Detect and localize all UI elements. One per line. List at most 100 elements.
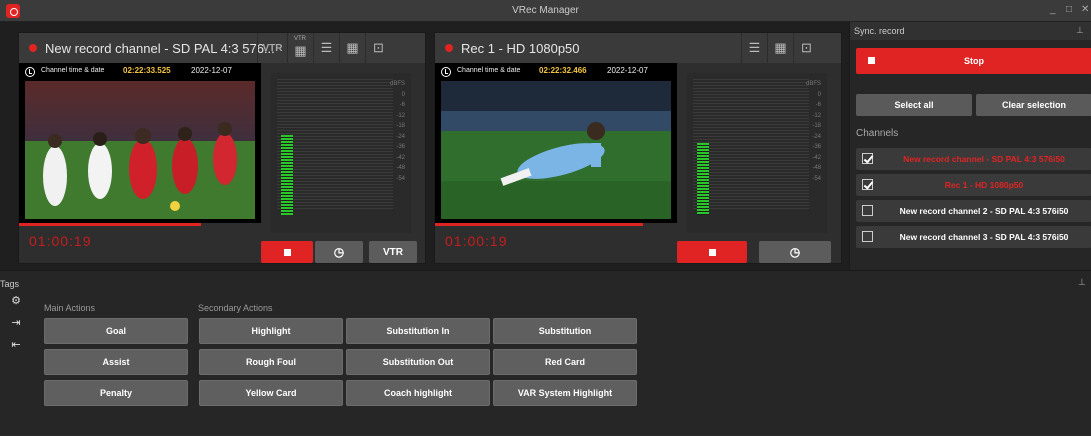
stop-icon xyxy=(708,248,716,256)
channel-checkbox[interactable] xyxy=(862,179,873,190)
channel-checkbox[interactable] xyxy=(862,205,873,216)
channel-label: New record channel 2 - SD PAL 4:3 576i50 xyxy=(899,206,1069,216)
secondary-actions-label: Secondary Actions xyxy=(198,303,273,313)
vtr-grid-button[interactable]: VTR ▦ xyxy=(287,33,313,63)
meter-grid xyxy=(693,79,809,209)
tag-button-assist[interactable]: Assist xyxy=(44,349,188,375)
maximize-button[interactable]: □ xyxy=(1066,4,1072,15)
lock-button[interactable]: ⊡ xyxy=(793,33,819,63)
tags-panel: Tags ⊥ ⚙ ⇥ ⇤ Main Actions Secondary Acti… xyxy=(0,270,1091,435)
tag-button-red-card[interactable]: Red Card xyxy=(493,349,637,375)
video-preview: Channel time & date 02:22:32.466 2022-12… xyxy=(435,63,677,223)
video-preview: Channel time & date 02:22:33.525 2022-12… xyxy=(19,63,261,223)
sync-title: Sync. record xyxy=(854,26,905,36)
dbfs-scale: dBFS 0 -6 -12 -18 -24 -36 -42 -48 -54 xyxy=(389,81,405,182)
channel-name: Rec 1 - HD 1080p50 xyxy=(461,41,580,56)
meter-bar-left xyxy=(697,143,709,215)
channel-name: New record channel - SD PAL 4:3 576... xyxy=(45,41,275,56)
main-actions-label: Main Actions xyxy=(44,303,96,313)
timecode: 01:00:19 xyxy=(445,233,508,249)
list-button[interactable]: ☰ xyxy=(741,33,767,63)
channel-toolbar: VTR VTR ▦ ☰ ▦ ⊡ xyxy=(257,33,391,63)
schedule-button[interactable]: ◷ xyxy=(759,241,831,263)
list-icon: ☰ xyxy=(320,40,333,55)
tags-sidebar: ⚙ ⇥ ⇤ xyxy=(0,291,30,436)
channel-header: New record channel - SD PAL 4:3 576... V… xyxy=(19,33,425,63)
stop-icon xyxy=(283,248,291,256)
channel-time: 02:22:33.525 xyxy=(123,66,171,75)
channel-date: 2022-12-07 xyxy=(191,66,232,75)
select-all-button[interactable]: Select all xyxy=(856,94,972,116)
tag-button-highlight[interactable]: Highlight xyxy=(199,318,343,344)
tag-button-rough-foul[interactable]: Rough Foul xyxy=(199,349,343,375)
video-frame-1 xyxy=(25,81,255,219)
export-icon[interactable]: ⇥ xyxy=(10,317,22,329)
list-button[interactable]: ☰ xyxy=(313,33,339,63)
list-icon: ☰ xyxy=(748,40,761,55)
stop-record-button[interactable] xyxy=(261,241,313,263)
tag-button-yellow-card[interactable]: Yellow Card xyxy=(199,380,343,406)
gear-icon[interactable]: ⚙ xyxy=(10,295,22,307)
dbfs-scale: dBFS 0 -6 -12 -18 -24 -36 -42 -48 -54 xyxy=(805,81,821,182)
clock-icon xyxy=(25,67,35,77)
layout-button[interactable]: ▦ xyxy=(339,33,365,63)
channel-time-label: Channel time & date xyxy=(41,67,105,74)
minimize-button[interactable]: _ xyxy=(1050,4,1056,15)
channel-time-label: Channel time & date xyxy=(457,67,521,74)
sync-record-panel: Sync. record ⊥ Stop Select all Clear sel… xyxy=(849,22,1091,270)
channel-header: Rec 1 - HD 1080p50 ☰ ▦ ⊡ xyxy=(435,33,841,63)
channel-label: Rec 1 - HD 1080p50 xyxy=(944,180,1024,190)
tag-button-substitution-in[interactable]: Substitution In xyxy=(346,318,490,344)
calendar-clock-icon: ◷ xyxy=(789,245,801,259)
schedule-button[interactable]: ◷ xyxy=(315,241,363,263)
audio-meter-1: dBFS 0 -6 -12 -18 -24 -36 -42 -48 -54 xyxy=(271,73,411,233)
window-title: VRec Manager xyxy=(512,5,579,16)
channel-checkbox[interactable] xyxy=(862,231,873,242)
lock-icon: ⊡ xyxy=(373,40,384,55)
title-bar: VRec Manager _ □ ✕ xyxy=(0,0,1091,22)
tag-button-substitution[interactable]: Substitution xyxy=(493,318,637,344)
record-progress-bar xyxy=(435,223,643,226)
tag-button-substitution-out[interactable]: Substitution Out xyxy=(346,349,490,375)
timecode: 01:00:19 xyxy=(29,233,92,249)
channel-row[interactable]: Rec 1 - HD 1080p50 xyxy=(856,174,1091,196)
channel-panel-1: New record channel - SD PAL 4:3 576... V… xyxy=(18,32,426,264)
tag-button-var-system-highlight[interactable]: VAR System Highlight xyxy=(493,380,637,406)
tags-title: Tags xyxy=(0,279,20,289)
audio-meter-2: dBFS 0 -6 -12 -18 -24 -36 -42 -48 -54 xyxy=(687,73,827,233)
vtr-button[interactable]: VTR xyxy=(369,241,417,263)
sync-stop-label: Stop xyxy=(964,56,984,66)
tags-header: Tags ⊥ xyxy=(0,277,1091,291)
channel-label: New record channel 3 - SD PAL 4:3 576i50 xyxy=(899,232,1069,242)
video-frame-2 xyxy=(441,81,671,219)
channel-row[interactable]: New record channel - SD PAL 4:3 576i50 xyxy=(856,148,1091,170)
channel-row[interactable]: New record channel 3 - SD PAL 4:3 576i50 xyxy=(856,226,1091,248)
clear-selection-button[interactable]: Clear selection xyxy=(976,94,1091,116)
channel-row[interactable]: New record channel 2 - SD PAL 4:3 576i50 xyxy=(856,200,1091,222)
tag-button-goal[interactable]: Goal xyxy=(44,318,188,344)
channel-checkbox[interactable] xyxy=(862,153,873,164)
lock-button[interactable]: ⊡ xyxy=(365,33,391,63)
stop-record-button[interactable] xyxy=(677,241,747,263)
tag-button-coach-highlight[interactable]: Coach highlight xyxy=(346,380,490,406)
channel-panel-2: Rec 1 - HD 1080p50 ☰ ▦ ⊡ Channel time & … xyxy=(434,32,842,264)
meter-bar-left xyxy=(281,135,293,215)
pin-icon[interactable]: ⊥ xyxy=(1076,25,1084,36)
sync-stop-button[interactable]: Stop xyxy=(856,48,1091,74)
import-icon[interactable]: ⇤ xyxy=(10,339,22,351)
vtr-mini-label: VTR xyxy=(294,36,306,42)
grid-icon: ▦ xyxy=(294,43,307,58)
channel-time: 02:22:32.466 xyxy=(539,66,587,75)
channels-label: Channels xyxy=(856,128,899,139)
pin-icon[interactable]: ⊥ xyxy=(1078,277,1086,288)
meter-grid xyxy=(277,79,393,209)
tag-button-penalty[interactable]: Penalty xyxy=(44,380,188,406)
vtr-toggle[interactable]: VTR xyxy=(257,33,287,63)
channels-workspace: New record channel - SD PAL 4:3 576... V… xyxy=(0,22,849,270)
stop-icon xyxy=(868,57,875,64)
layout-button[interactable]: ▦ xyxy=(767,33,793,63)
sync-header: Sync. record ⊥ xyxy=(850,22,1091,40)
channel-date: 2022-12-07 xyxy=(607,66,648,75)
close-button[interactable]: ✕ xyxy=(1081,4,1089,15)
lock-icon: ⊡ xyxy=(801,40,812,55)
